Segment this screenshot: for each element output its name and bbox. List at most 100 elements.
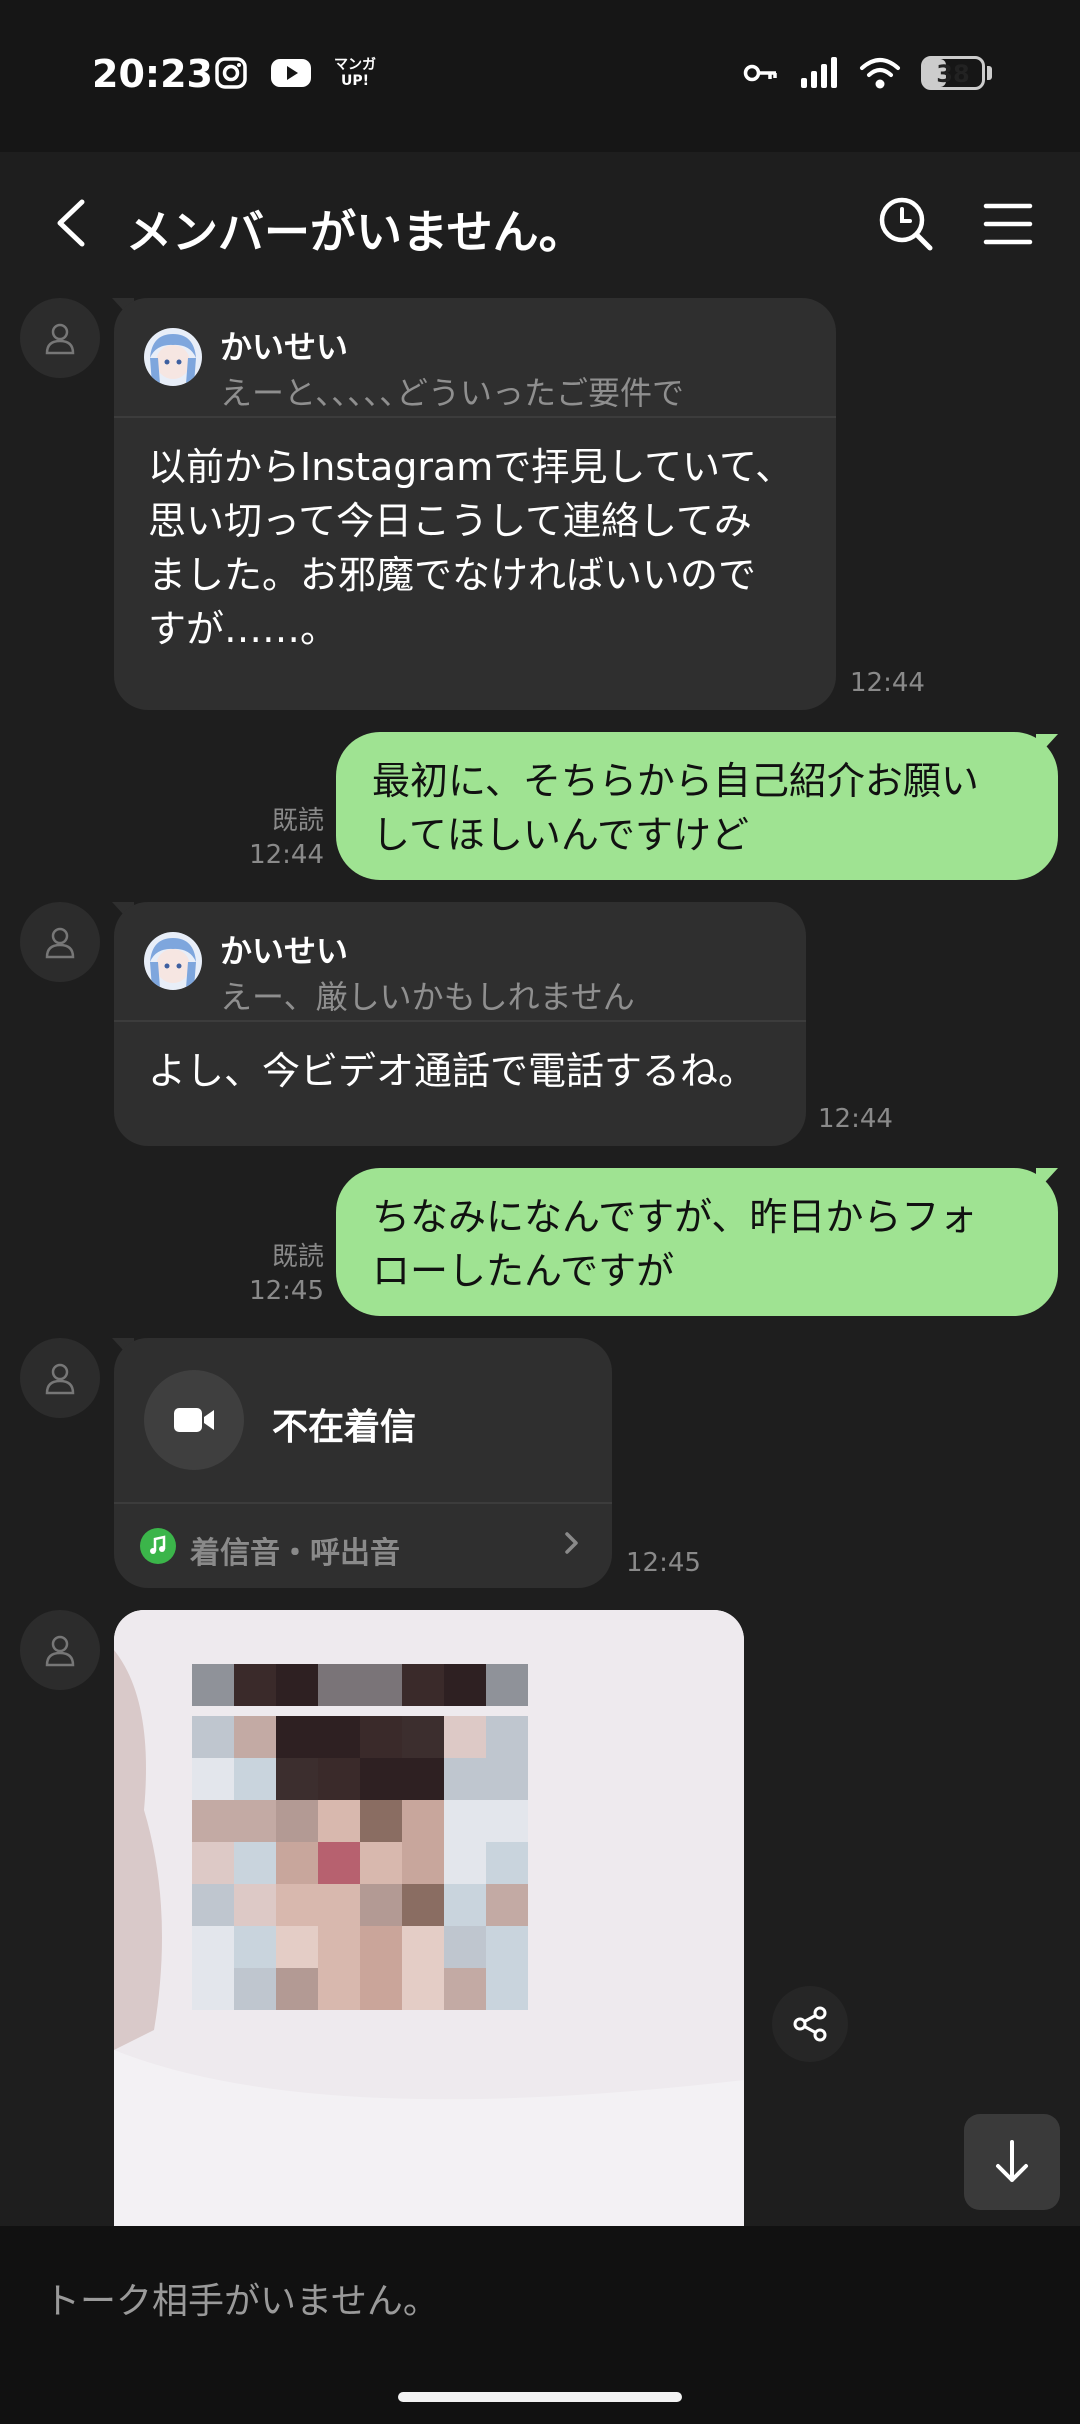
mosaic-tile	[444, 1800, 486, 1842]
mosaic-tile	[234, 1758, 276, 1800]
mosaic-tile	[276, 1968, 318, 2010]
mosaic-tile	[360, 1800, 402, 1842]
mosaic-tile	[402, 1968, 444, 2010]
mosaic-tile	[444, 1884, 486, 1926]
mosaic-tile	[318, 1664, 360, 1706]
mosaic-tile	[402, 1800, 444, 1842]
default-user-icon	[45, 323, 75, 355]
mosaic-tile	[192, 1800, 234, 1842]
mosaic-tile	[444, 1968, 486, 2010]
mosaic-tile	[192, 1926, 234, 1968]
mosaic-tile	[360, 1664, 402, 1706]
ringtone-label: 着信音・呼出音	[190, 1536, 400, 1571]
sender-avatar[interactable]	[20, 1610, 100, 1690]
mosaic-tile	[444, 1842, 486, 1884]
message-line: ローしたんですが	[372, 1249, 675, 1293]
mosaic-tile	[192, 1842, 234, 1884]
reply-quote[interactable]: かいせい えーと､､､､､どういったご要件で	[114, 298, 836, 418]
mosaic-tile	[360, 1842, 402, 1884]
mosaic-tile	[192, 1664, 234, 1706]
mosaic-tile	[486, 1968, 528, 2010]
mosaic-tile	[234, 1842, 276, 1884]
missed-call-row[interactable]: 不在着信	[114, 1338, 612, 1504]
mosaic-tile	[360, 1758, 402, 1800]
sender-avatar[interactable]	[20, 1338, 100, 1418]
back-arrow-icon[interactable]	[48, 196, 96, 250]
battery-level: 38	[936, 60, 970, 88]
default-user-icon	[45, 1635, 75, 1667]
manga-up-label-top: マンガ	[334, 57, 376, 73]
message-bubble[interactable]: かいせい えーと､､､､､どういったご要件で 以前からInstagramで拝見し…	[114, 298, 836, 710]
default-user-icon	[45, 927, 75, 959]
missed-call-label: 不在着信	[272, 1407, 417, 1448]
video-call-button[interactable]	[144, 1370, 244, 1470]
video-camera-icon	[174, 1408, 214, 1432]
mosaic-tile	[192, 1968, 234, 2010]
share-button[interactable]	[772, 1986, 848, 2062]
mosaic-tile	[360, 1926, 402, 1968]
message-bubble[interactable]: かいせい えー、厳しいかもしれません よし、今ビデオ通話で電話するね。	[114, 902, 806, 1146]
mosaic-tile	[486, 1664, 528, 1706]
chat-header: メンバーがいません。	[0, 152, 1080, 292]
mosaic-tile	[192, 1758, 234, 1800]
clock: 20:23	[92, 52, 213, 96]
instagram-icon	[215, 57, 247, 89]
mosaic-tile	[360, 1968, 402, 2010]
mosaic-tile	[234, 1884, 276, 1926]
mosaic-tile	[444, 1664, 486, 1706]
mosaic-tile	[234, 1800, 276, 1842]
reply-author: かいせい	[220, 932, 349, 970]
mosaic-tile	[486, 1758, 528, 1800]
chevron-right-icon	[565, 1532, 578, 1554]
sender-avatar[interactable]	[20, 902, 100, 982]
read-receipt: 既読 12:45	[240, 1240, 324, 1308]
missed-call-card[interactable]: 不在着信 着信音・呼出音	[114, 1338, 612, 1588]
manga-up-icon: マンガ UP!	[334, 57, 376, 89]
mosaic-tile	[402, 1716, 444, 1758]
message-time: 12:44	[818, 1104, 893, 1134]
mosaic-tile	[360, 1884, 402, 1926]
message-line: よし、今ビデオ通話で電話するね。	[148, 1049, 757, 1093]
scroll-to-bottom-button[interactable]	[964, 2114, 1060, 2210]
no-member-notice: トーク相手がいません。	[44, 2281, 439, 2322]
ringtone-link[interactable]: 着信音・呼出音	[114, 1504, 612, 1588]
message-time: 12:44	[850, 668, 925, 698]
input-bar: トーク相手がいません。	[0, 2226, 1080, 2424]
home-indicator[interactable]	[398, 2392, 682, 2402]
mosaic-tile	[234, 1716, 276, 1758]
share-icon	[793, 2006, 827, 2042]
read-receipt: 既読 12:44	[240, 804, 324, 872]
message-line: 思い切って今日こうして連絡してみ	[148, 499, 752, 543]
mosaic-tile	[486, 1716, 528, 1758]
message-bubble[interactable]: 最初に、そちらから自己紹介お願い してほしいんですけど	[336, 732, 1058, 880]
mosaic-tile	[234, 1926, 276, 1968]
mosaic-tile	[276, 1800, 318, 1842]
mosaic-tile	[276, 1716, 318, 1758]
default-user-icon	[45, 1363, 75, 1395]
mosaic-tile	[276, 1664, 318, 1706]
mosaic-tile	[402, 1842, 444, 1884]
message-line: 以前からInstagramで拝見していて、	[148, 445, 794, 489]
message-text: よし、今ビデオ通話で電話するね。	[114, 1022, 806, 1120]
sender-avatar[interactable]	[20, 298, 100, 378]
mosaic-tile	[402, 1884, 444, 1926]
search-icon[interactable]	[876, 194, 936, 254]
message-bubble[interactable]: ちなみになんですが、昨日からフォ ローしたんですが	[336, 1168, 1058, 1316]
image-message[interactable]	[114, 1610, 744, 2226]
reply-quote[interactable]: かいせい えー、厳しいかもしれません	[114, 902, 806, 1022]
mosaic-tile	[192, 1716, 234, 1758]
read-label: 既読	[271, 806, 324, 836]
chat-title: メンバーがいません。	[126, 205, 585, 259]
mosaic-tile	[486, 1884, 528, 1926]
menu-icon[interactable]	[980, 196, 1036, 252]
mosaic-tile	[444, 1758, 486, 1800]
reply-author: かいせい	[220, 328, 349, 366]
mosaic-tile	[318, 1758, 360, 1800]
mosaic-tile	[486, 1800, 528, 1842]
message-text: 以前からInstagramで拝見していて、 思い切って今日こうして連絡してみ ま…	[114, 418, 836, 678]
message-line: ました。お邪魔でなければいいので	[148, 553, 757, 597]
mosaic-tile	[402, 1758, 444, 1800]
mosaic-tile	[444, 1926, 486, 1968]
message-line: 最初に、そちらから自己紹介お願い	[372, 759, 979, 803]
mosaic-tile	[402, 1664, 444, 1706]
